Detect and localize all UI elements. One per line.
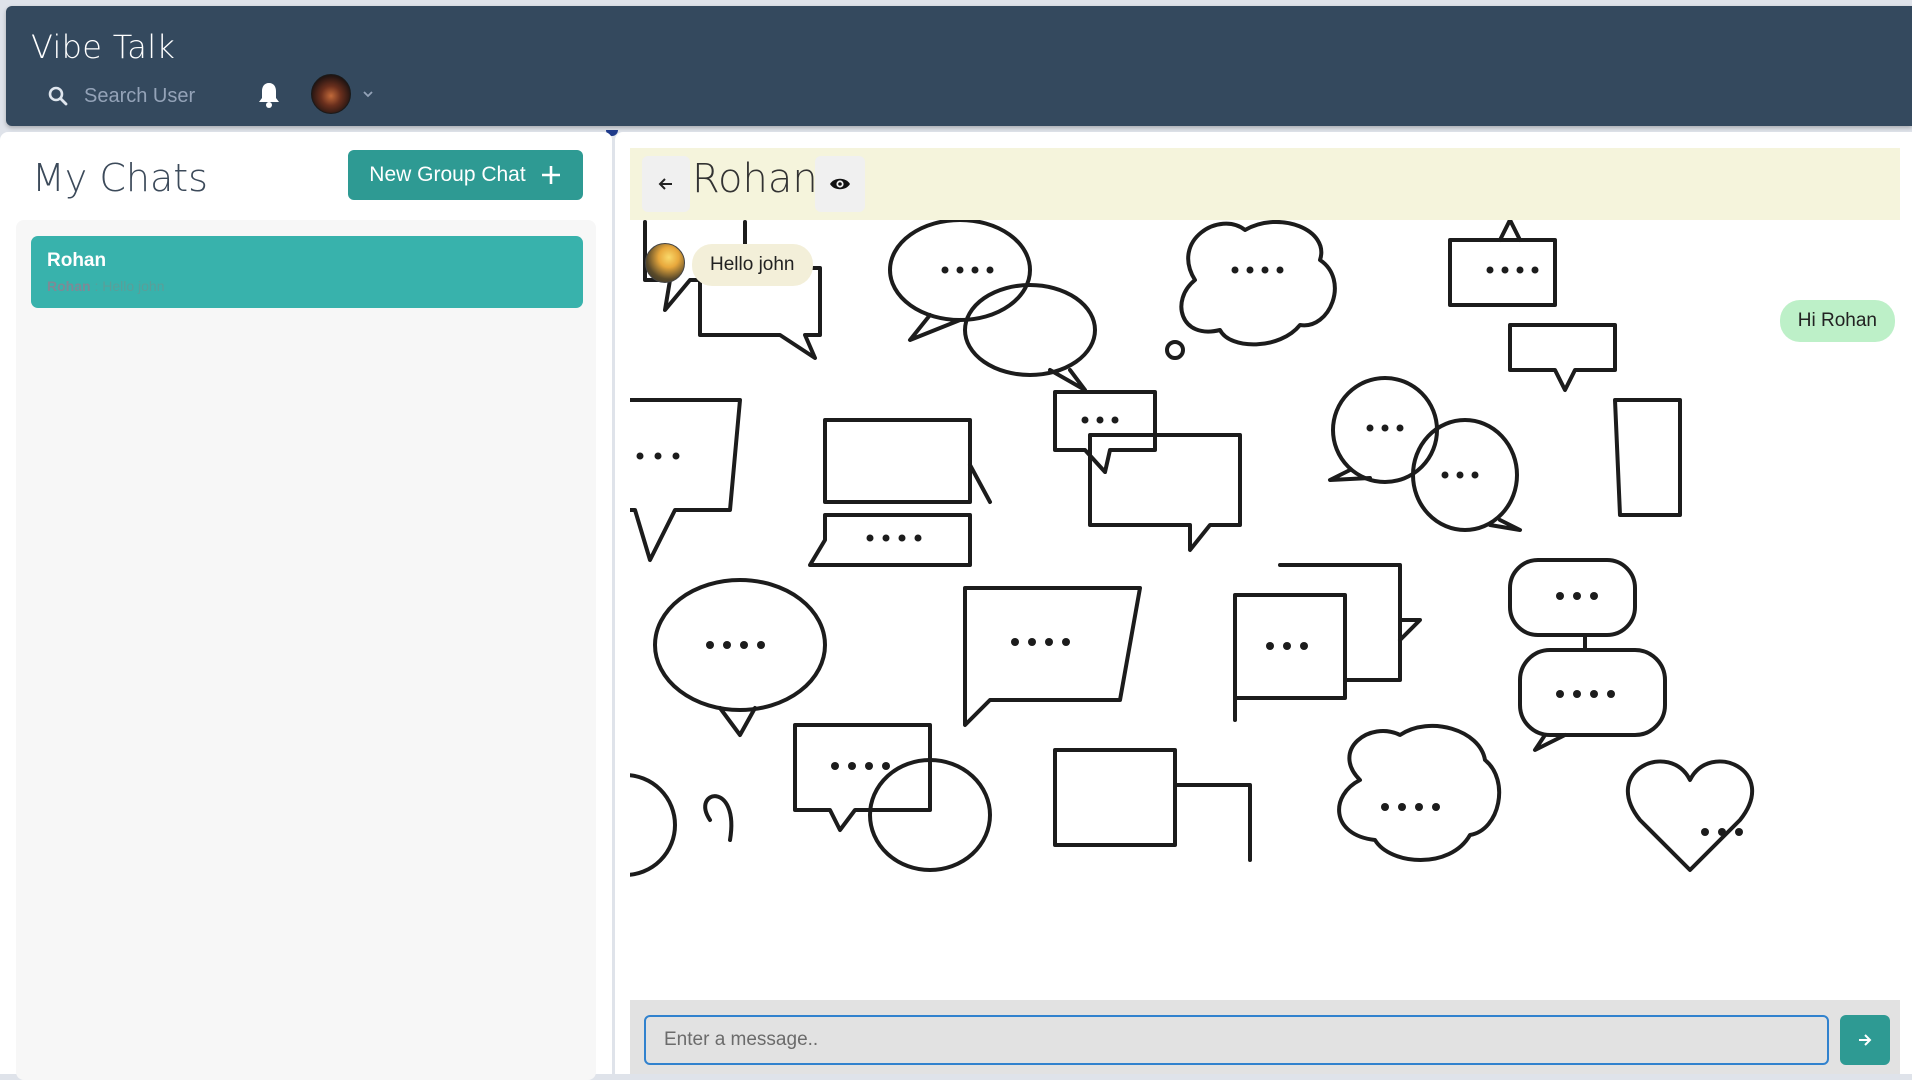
app-title: Vibe Talk	[31, 28, 176, 66]
chat-background-pattern	[630, 220, 1755, 877]
chat-header: Rohan	[630, 148, 1900, 220]
bell-icon[interactable]	[256, 81, 282, 109]
plus-icon	[541, 166, 560, 184]
user-avatar	[311, 74, 351, 114]
preview-text: Hello john	[102, 278, 165, 294]
chat-list: Rohan Rohan : Hello john	[16, 220, 596, 1080]
search-icon	[48, 85, 70, 107]
chat-item-name: Rohan	[47, 250, 107, 271]
send-button[interactable]	[1840, 1015, 1890, 1065]
search-user-label: Search User	[84, 84, 196, 107]
arrow-left-icon	[658, 178, 672, 190]
back-button[interactable]	[642, 156, 690, 212]
new-group-chat-label: New Group Chat	[369, 163, 526, 186]
preview-sender: Rohan	[47, 278, 91, 294]
incoming-message: Hello john	[692, 244, 813, 286]
chat-title: Rohan	[692, 156, 818, 202]
eye-icon	[830, 178, 850, 190]
message-composer	[630, 1000, 1900, 1074]
message-input[interactable]	[644, 1015, 1829, 1065]
arrow-right-icon	[1859, 1034, 1872, 1046]
my-chats-title: My Chats	[32, 156, 208, 200]
chat-list-item[interactable]: Rohan Rohan : Hello john	[31, 236, 583, 308]
sender-avatar[interactable]	[645, 243, 685, 283]
new-group-chat-button[interactable]: New Group Chat	[348, 150, 583, 200]
search-user-button[interactable]: Search User	[48, 78, 195, 114]
chat-panel: Rohan Hello john Hi Rohan Enter a messag…	[615, 132, 1912, 1074]
top-navbar: Vibe Talk Search User	[6, 6, 1912, 126]
outgoing-message: Hi Rohan	[1779, 300, 1895, 342]
messages-area[interactable]: Hello john Hi Rohan	[630, 220, 1900, 1000]
chat-item-preview: Rohan : Hello john	[47, 278, 567, 294]
view-profile-button[interactable]	[815, 156, 865, 212]
chevron-down-icon	[363, 91, 373, 98]
profile-menu-button[interactable]	[311, 74, 375, 114]
preview-separator: :	[90, 278, 103, 294]
my-chats-panel: My Chats New Group Chat Rohan Rohan : He…	[0, 132, 612, 1080]
